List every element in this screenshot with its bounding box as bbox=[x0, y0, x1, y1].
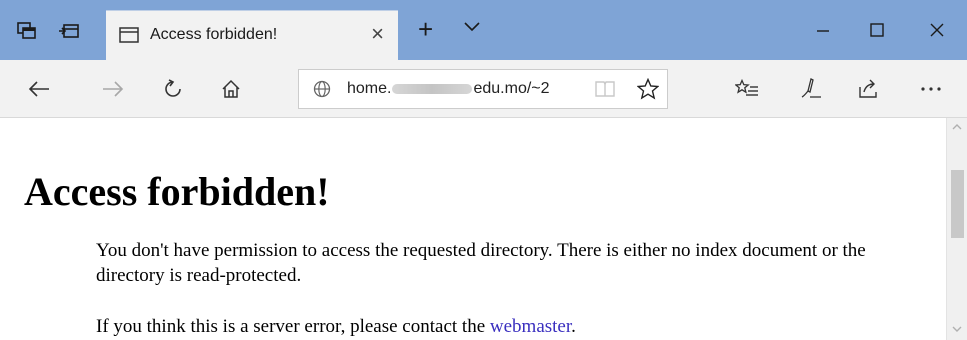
back-button[interactable] bbox=[24, 74, 54, 104]
contact-message: If you think this is a server error, ple… bbox=[96, 314, 906, 339]
maximize-button[interactable] bbox=[852, 10, 902, 50]
chevron-down-icon[interactable] bbox=[463, 20, 481, 38]
page-icon bbox=[119, 27, 139, 48]
url-redacted bbox=[392, 84, 473, 94]
scroll-up-icon[interactable] bbox=[952, 122, 962, 133]
address-bar[interactable]: home. edu.mo/~2 bbox=[298, 69, 668, 109]
scroll-thumb[interactable] bbox=[951, 170, 964, 238]
refresh-icon bbox=[165, 79, 181, 97]
book-icon[interactable] bbox=[595, 80, 615, 103]
contact-text: If you think this is a server error, ple… bbox=[96, 316, 490, 337]
error-message: You don't have permission to access the … bbox=[96, 240, 866, 286]
home-button[interactable] bbox=[216, 74, 246, 104]
webmaster-link[interactable]: webmaster bbox=[490, 316, 571, 337]
maximize-icon bbox=[870, 23, 884, 37]
web-note-button[interactable] bbox=[796, 74, 826, 104]
minimize-button[interactable] bbox=[798, 10, 848, 50]
minimize-icon bbox=[817, 30, 829, 32]
new-tab-button[interactable]: + bbox=[418, 14, 433, 44]
set-aside-tabs-icon[interactable] bbox=[14, 18, 40, 44]
url-suffix: edu.mo/~2 bbox=[473, 80, 550, 97]
refresh-button[interactable] bbox=[158, 74, 188, 104]
star-icon[interactable] bbox=[636, 77, 660, 105]
page-viewport: Access forbidden! You don't have permiss… bbox=[0, 118, 967, 340]
forward-button[interactable] bbox=[98, 74, 128, 104]
browser-tab[interactable]: Access forbidden! × bbox=[106, 10, 398, 60]
more-button[interactable] bbox=[916, 74, 946, 104]
ellipsis-icon bbox=[921, 87, 941, 91]
favorites-list-icon bbox=[735, 79, 758, 96]
back-arrow-icon bbox=[28, 81, 49, 97]
close-icon bbox=[930, 23, 944, 37]
forward-arrow-icon bbox=[103, 81, 124, 97]
favorites-hub-button[interactable] bbox=[732, 74, 762, 104]
scroll-down-icon[interactable] bbox=[952, 325, 962, 336]
page-title: Access forbidden! bbox=[24, 169, 330, 214]
contact-period: . bbox=[571, 316, 576, 337]
share-icon bbox=[859, 79, 877, 98]
home-icon bbox=[222, 79, 240, 98]
globe-icon[interactable] bbox=[313, 80, 331, 103]
tab-close-button[interactable]: × bbox=[371, 22, 384, 46]
url-prefix: home. bbox=[347, 80, 392, 97]
share-button[interactable] bbox=[854, 74, 884, 104]
tab-preview-icon[interactable] bbox=[56, 18, 82, 44]
navigation-bar: home. edu.mo/~2 bbox=[0, 60, 967, 118]
url-text: home. edu.mo/~2 bbox=[347, 80, 550, 98]
browser-window: Access forbidden! × + home. edu.mo/~2 Ac… bbox=[0, 0, 967, 340]
tab-title: Access forbidden! bbox=[150, 26, 278, 43]
title-bar: Access forbidden! × + bbox=[0, 0, 967, 60]
close-window-button[interactable] bbox=[912, 10, 962, 50]
vertical-scrollbar[interactable] bbox=[946, 118, 967, 340]
pen-icon bbox=[801, 78, 821, 98]
